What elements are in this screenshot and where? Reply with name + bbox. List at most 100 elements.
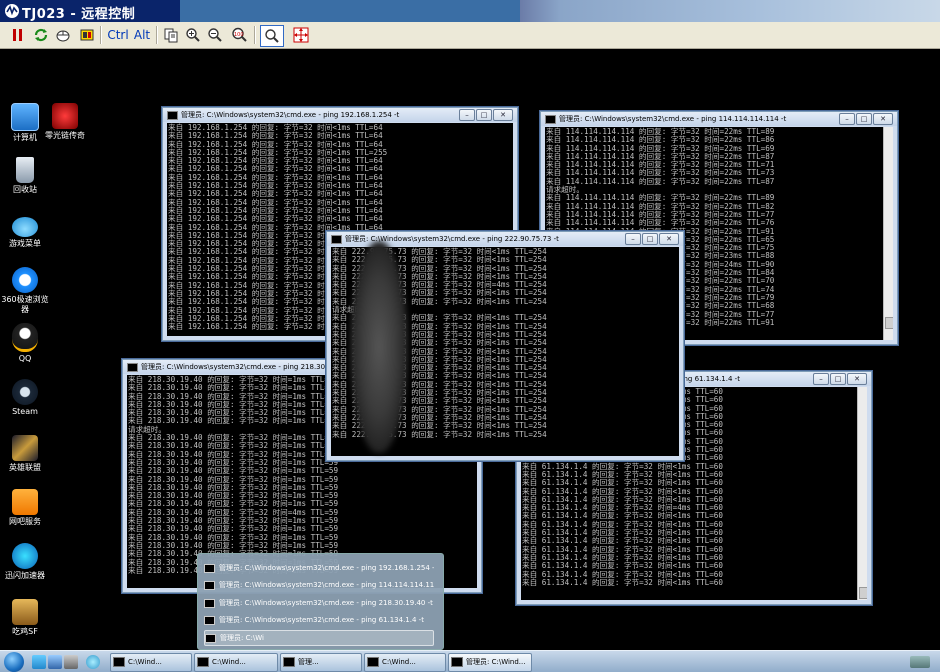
blur-redaction (350, 241, 408, 453)
scrollbar-thumb[interactable] (885, 317, 893, 329)
explorer-icon[interactable] (48, 655, 62, 669)
popup-item-label: 管理员: C:\Wi (220, 634, 264, 642)
maximize-button[interactable]: □ (856, 113, 872, 125)
window-title: 管理员: C:\Windows\system32\cmd.exe - ping … (559, 115, 787, 123)
scrollbar-thumb[interactable] (859, 587, 867, 599)
desktop-icon-label: 吃鸡SF (12, 627, 38, 636)
ctrl-key-button[interactable]: Ctrl (106, 25, 130, 45)
maximize-button[interactable]: □ (830, 373, 846, 385)
start-button[interactable] (4, 652, 24, 672)
minimize-button[interactable]: – (839, 113, 855, 125)
desktop-icon-accelerator[interactable]: 迅闪加速器 (0, 543, 50, 581)
desktop-icon-label: QQ (18, 354, 32, 363)
taskbar-button-active[interactable]: 管理员: C:\Wind... (448, 653, 532, 672)
minimize-button[interactable]: – (459, 109, 475, 121)
taskbar-button-label: 管理... (298, 658, 319, 666)
close-button[interactable]: ✕ (659, 233, 679, 245)
popup-item-label: 管理员: C:\Windows\system32\cmd.exe - ping … (219, 616, 424, 624)
desktop-icon-browser[interactable]: 360极速浏览器 (0, 267, 50, 315)
desktop-icon-label: 零光链传奇 (45, 131, 85, 140)
fullscreen-icon[interactable] (290, 25, 312, 45)
remote-title-bar[interactable]: TJ023 - 远程控制 (0, 0, 940, 22)
window-controls: –□✕ (813, 373, 867, 385)
taskbar-button[interactable]: 管理... (280, 653, 362, 672)
window-controls: –□✕ (459, 109, 513, 121)
app-icon[interactable] (64, 655, 78, 669)
cmd-icon (127, 362, 138, 372)
refresh-icon[interactable] (32, 25, 50, 45)
popup-item[interactable]: 管理员: C:\Windows\system32\cmd.exe - ping … (204, 613, 434, 627)
desktop-icon-label: Steam (12, 407, 38, 416)
close-button[interactable]: ✕ (493, 109, 513, 121)
qq-icon (12, 323, 38, 352)
window-title: 管理员: C:\Windows\system32\cmd.exe - ping … (181, 111, 400, 119)
taskbar-button[interactable]: C:\Wind... (194, 653, 278, 672)
remote-logo-icon (5, 4, 19, 18)
steam-icon (12, 379, 38, 405)
desktop-icon-service[interactable]: 网吧服务 (0, 489, 50, 527)
capture-icon[interactable] (78, 25, 96, 45)
svg-text:100: 100 (234, 32, 244, 38)
popup-item[interactable]: 管理员: C:\Windows\system32\cmd.exe - ping … (204, 578, 434, 592)
taskbar-button-label: 管理员: C:\Wind... (466, 658, 526, 666)
taskbar-button[interactable]: C:\Wind... (364, 653, 446, 672)
taskbar-button-label: C:\Wind... (382, 658, 416, 666)
desktop-icon-label: 回收站 (13, 185, 37, 194)
desktop-icon-label: 360极速浏览器 (1, 295, 49, 314)
desktop-icon-game[interactable]: 零光链传奇 (40, 103, 90, 141)
desktop-icon-label: 网吧服务 (9, 517, 41, 526)
taskbar-button-label: C:\Wind... (128, 658, 162, 666)
zoom-in-icon[interactable] (184, 25, 202, 45)
computer-icon (11, 103, 39, 131)
close-button[interactable]: ✕ (873, 113, 893, 125)
minimize-button[interactable]: – (625, 233, 641, 245)
desktop-icon-qq[interactable]: QQ (0, 323, 50, 364)
maximize-button[interactable]: □ (476, 109, 492, 121)
zoom-out-icon[interactable] (206, 25, 224, 45)
cloud-icon (12, 217, 38, 237)
scrollbar[interactable] (883, 127, 893, 340)
copy-icon[interactable] (162, 25, 180, 45)
browser-icon (12, 267, 38, 293)
accelerator-icon (12, 543, 38, 569)
pause-icon[interactable] (10, 25, 26, 45)
cmd-icon (197, 657, 209, 667)
zoom-100-icon[interactable]: 100 (230, 25, 250, 45)
toolbar-separator (156, 26, 158, 44)
cmd-icon (204, 580, 215, 590)
cloud-icon[interactable] (86, 655, 100, 669)
popup-item[interactable]: 管理员: C:\Windows\system32\cmd.exe - ping … (204, 561, 434, 575)
desktop-icon-chicken[interactable]: 吃鸡SF (0, 599, 50, 637)
console-line: 来自 114.114.114.114 的回复: 字节=32 时间=22ms TT… (546, 176, 775, 186)
desktop-icon-lol[interactable]: 英雄联盟 (0, 435, 50, 473)
mouse-icon[interactable] (54, 25, 72, 45)
desktop-icon-recycle-bin[interactable]: 回收站 (0, 157, 50, 195)
window-title: 管理员: C:\Windows\system32\cmd.exe - ping … (141, 363, 355, 371)
cmd-icon (205, 633, 216, 643)
desktop-icon-steam[interactable]: Steam (0, 379, 50, 417)
minimize-button[interactable]: – (813, 373, 829, 385)
cmd-icon (204, 615, 215, 625)
desktop-icon-game-menu[interactable]: 游戏菜单 (0, 213, 50, 249)
remote-control-app: TJ023 - 远程控制 Ctrl Alt 100 计算机 零光链传奇 回收站 … (0, 0, 940, 672)
show-desktop-icon[interactable] (32, 655, 46, 669)
taskbar: C:\Wind... C:\Wind... 管理... C:\Wind... 管… (0, 650, 940, 672)
zoom-fit-icon[interactable] (260, 25, 284, 47)
scrollbar[interactable] (857, 387, 867, 600)
desktop-icon-label: 英雄联盟 (9, 463, 41, 472)
maximize-button[interactable]: □ (642, 233, 658, 245)
cmd-icon (367, 657, 379, 667)
desktop-icon-label: 迅闪加速器 (5, 571, 45, 580)
popup-item[interactable]: 管理员: C:\Windows\system32\cmd.exe - ping … (204, 596, 434, 610)
close-button[interactable]: ✕ (847, 373, 867, 385)
cmd-icon (283, 657, 295, 667)
cmd-icon (113, 657, 125, 667)
remote-toolbar: Ctrl Alt 100 (0, 22, 940, 49)
show-desktop-button[interactable] (910, 656, 930, 668)
taskbar-button[interactable]: C:\Wind... (110, 653, 192, 672)
popup-item[interactable]: 管理员: C:\Wi (204, 630, 434, 646)
cmd-icon (204, 563, 215, 573)
game-icon (52, 103, 78, 129)
remote-desktop: 计算机 零光链传奇 回收站 游戏菜单 360极速浏览器 QQ Steam 英雄联… (0, 49, 940, 650)
alt-key-button[interactable]: Alt (132, 25, 152, 45)
